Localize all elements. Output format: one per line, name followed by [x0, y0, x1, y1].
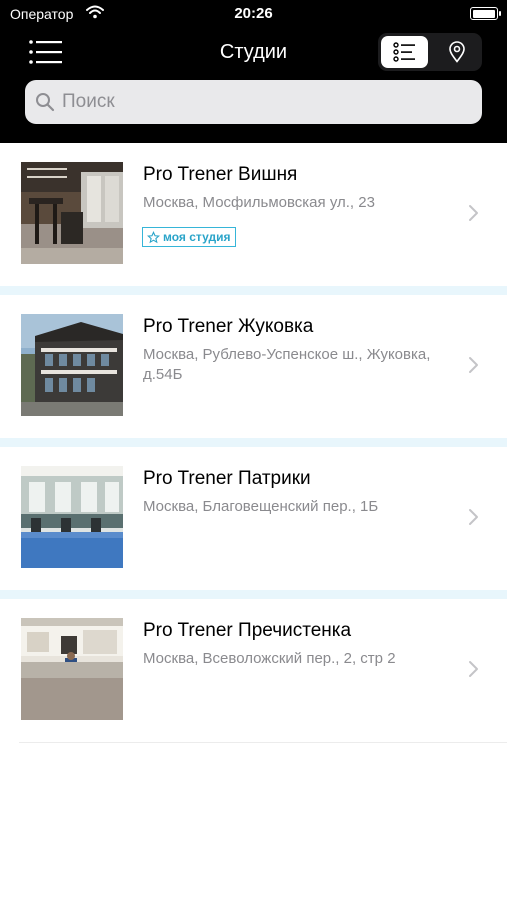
- list-view-button[interactable]: [381, 36, 428, 68]
- location-pin-icon: [448, 41, 465, 63]
- studio-name: Pro Trener Пречистенка: [143, 620, 352, 641]
- status-bar: Оператор 20:26: [0, 0, 507, 28]
- row-separator: [0, 438, 507, 447]
- studio-photo: [21, 162, 123, 264]
- chevron-right-icon: [469, 661, 478, 677]
- view-mode-segmented-control: [378, 33, 482, 71]
- studio-photo: [21, 618, 123, 720]
- studio-row-prechistenka[interactable]: Pro Trener Пречистенка Москва, Всеволожс…: [0, 599, 507, 742]
- list-icon: [392, 42, 415, 62]
- studios-list: Pro Trener Вишня Москва, Мосфильмовская …: [0, 143, 507, 743]
- studio-address: Москва, Мосфильмовская ул., 23: [143, 194, 375, 211]
- star-icon: [147, 230, 160, 243]
- studio-address: Москва, Всеволожский пер., 2, стр 2: [143, 650, 396, 667]
- row-separator: [0, 590, 507, 599]
- studio-address: Москва, Благовещенский пер., 1Б: [143, 498, 379, 515]
- studio-address: Москва, Рублево-Успенское ш., Жуковка, д…: [143, 346, 431, 383]
- battery-icon: [470, 7, 501, 20]
- studio-name: Pro Trener Жуковка: [143, 316, 314, 337]
- studio-name: Pro Trener Патрики: [143, 468, 311, 489]
- studio-row-vishnya[interactable]: Pro Trener Вишня Москва, Мосфильмовская …: [0, 143, 507, 286]
- list-bottom-divider: [19, 742, 507, 743]
- navigation-bar: Студии Поиск: [0, 28, 507, 143]
- search-icon: [36, 93, 55, 112]
- chevron-right-icon: [469, 205, 478, 221]
- my-studio-badge: моя студия: [142, 227, 237, 247]
- studio-photo: [21, 466, 123, 568]
- status-time: 20:26: [234, 5, 273, 22]
- chevron-right-icon: [469, 357, 478, 373]
- my-studio-badge-label: моя студия: [163, 230, 231, 244]
- studio-row-zhukovka[interactable]: Pro Trener Жуковка Москва, Рублево-Успен…: [0, 295, 507, 438]
- studio-name: Pro Trener Вишня: [143, 164, 298, 185]
- search-input[interactable]: Поиск: [62, 91, 115, 113]
- chevron-right-icon: [469, 509, 478, 525]
- studio-row-patriki[interactable]: Pro Trener Патрики Москва, Благовещенски…: [0, 447, 507, 590]
- map-view-button[interactable]: [434, 36, 479, 68]
- studio-photo: [21, 314, 123, 416]
- search-field[interactable]: Поиск: [25, 80, 482, 124]
- row-separator: [0, 286, 507, 295]
